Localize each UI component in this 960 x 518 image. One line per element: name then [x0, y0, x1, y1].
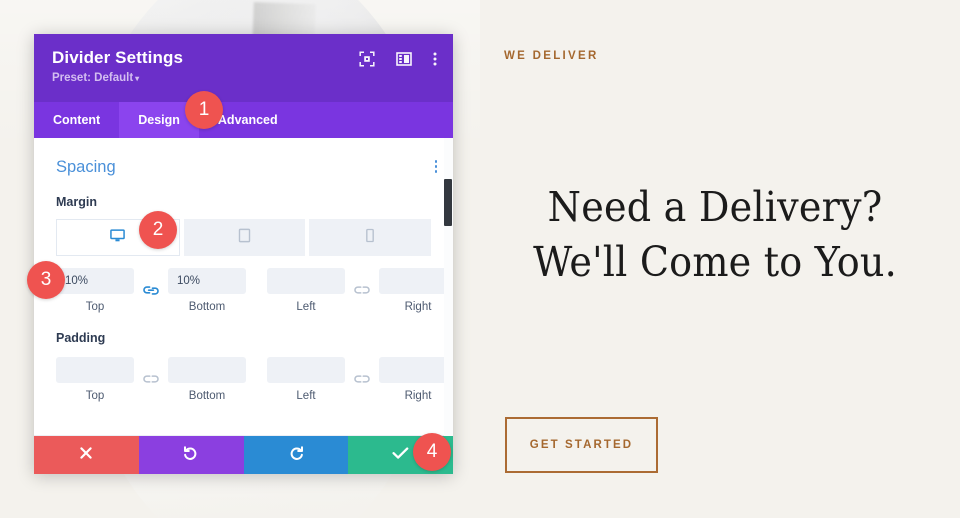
tablet-icon: [238, 228, 251, 248]
padding-label: Padding: [56, 331, 106, 345]
modal-header-icons: [359, 51, 437, 67]
screenshot-root: WE DELIVER Need a Delivery? We'll Come t…: [0, 0, 960, 518]
margin-left-caption: Left: [296, 301, 316, 313]
padding-bottom-input[interactable]: [168, 357, 246, 383]
modal-footer: [34, 436, 453, 474]
margin-top-caption: Top: [85, 301, 105, 313]
callout-badge-4: 4: [413, 433, 451, 471]
padding-right-input[interactable]: [379, 357, 453, 383]
hero-content: WE DELIVER Need a Delivery? We'll Come t…: [480, 0, 960, 518]
padding-right-cell: Right: [379, 357, 453, 402]
callout-badge-2: 2: [139, 211, 177, 249]
undo-icon: [183, 445, 199, 466]
padding-right-caption: Right: [404, 390, 432, 402]
padding-top-caption: Top: [85, 390, 105, 402]
padding-top-cell: Top: [56, 357, 134, 402]
preset-label: Preset: Default: [52, 72, 134, 84]
padding-vertical-unlink-icon[interactable]: [134, 367, 168, 393]
margin-label: Margin: [56, 195, 97, 209]
phone-icon: [365, 228, 375, 248]
padding-horizontal-group: Left Right: [267, 357, 453, 402]
margin-left-input[interactable]: [267, 268, 345, 294]
padding-bottom-cell: Bottom: [168, 357, 246, 402]
margin-device-tabs: [56, 219, 432, 256]
divider-settings-modal: Divider Settings Preset: Default ▾ Conte…: [34, 34, 453, 474]
check-icon: [392, 446, 409, 465]
cancel-button[interactable]: [34, 436, 139, 474]
scrollbar-thumb[interactable]: [444, 179, 452, 226]
get-started-button[interactable]: GET STARTED: [505, 417, 658, 473]
callout-badge-1: 1: [185, 91, 223, 129]
margin-bottom-cell: Bottom: [168, 268, 246, 313]
kebab-menu-icon[interactable]: [433, 51, 437, 67]
tab-content[interactable]: Content: [34, 102, 119, 138]
redo-button[interactable]: [243, 436, 349, 474]
hero-eyebrow: WE DELIVER: [504, 50, 599, 62]
margin-fields: Top Bottom: [56, 268, 453, 313]
modal-tabs: Content Design Advanced: [34, 102, 453, 138]
section-title-spacing: Spacing: [56, 158, 116, 176]
margin-horizontal-unlink-icon[interactable]: [345, 278, 379, 304]
page-title: Need a Delivery? We'll Come to You.: [533, 183, 897, 286]
margin-horizontal-group: Left Right: [267, 268, 453, 313]
padding-bottom-caption: Bottom: [188, 390, 226, 402]
section-options-kebab-icon[interactable]: [434, 160, 437, 173]
margin-vertical-group: Top Bottom: [56, 268, 246, 313]
margin-bottom-input[interactable]: [168, 268, 246, 294]
padding-left-input[interactable]: [267, 357, 345, 383]
undo-button[interactable]: [138, 436, 244, 474]
margin-vertical-link-icon[interactable]: [134, 278, 168, 304]
padding-fields: Top Bottom Left Right: [56, 357, 453, 402]
settings-scrollbar[interactable]: [444, 138, 453, 436]
padding-left-caption: Left: [296, 390, 316, 402]
margin-right-cell: Right: [379, 268, 453, 313]
chevron-down-icon: ▾: [135, 74, 140, 83]
margin-right-caption: Right: [404, 301, 432, 313]
modal-header: Divider Settings Preset: Default ▾: [34, 34, 453, 102]
device-tab-phone[interactable]: [309, 219, 432, 256]
modal-body: Spacing Margin 10% Top 10% Bottom Left R…: [34, 138, 453, 436]
layout-panel-icon[interactable]: [396, 51, 412, 67]
focus-target-icon[interactable]: [359, 51, 375, 67]
desktop-icon: [110, 228, 126, 248]
close-icon: [79, 446, 93, 465]
callout-badge-3: 3: [27, 261, 65, 299]
margin-right-input[interactable]: [379, 268, 453, 294]
margin-bottom-caption: Bottom: [188, 301, 226, 313]
margin-top-cell: Top: [56, 268, 134, 313]
padding-top-input[interactable]: [56, 357, 134, 383]
margin-left-cell: Left: [267, 268, 345, 313]
margin-top-input[interactable]: [56, 268, 134, 294]
preset-selector[interactable]: Preset: Default ▾: [52, 72, 437, 84]
padding-left-cell: Left: [267, 357, 345, 402]
device-tab-tablet[interactable]: [183, 219, 306, 256]
padding-horizontal-unlink-icon[interactable]: [345, 367, 379, 393]
padding-vertical-group: Top Bottom: [56, 357, 246, 402]
redo-icon: [288, 445, 304, 466]
body-bottom-rule: [34, 435, 453, 436]
